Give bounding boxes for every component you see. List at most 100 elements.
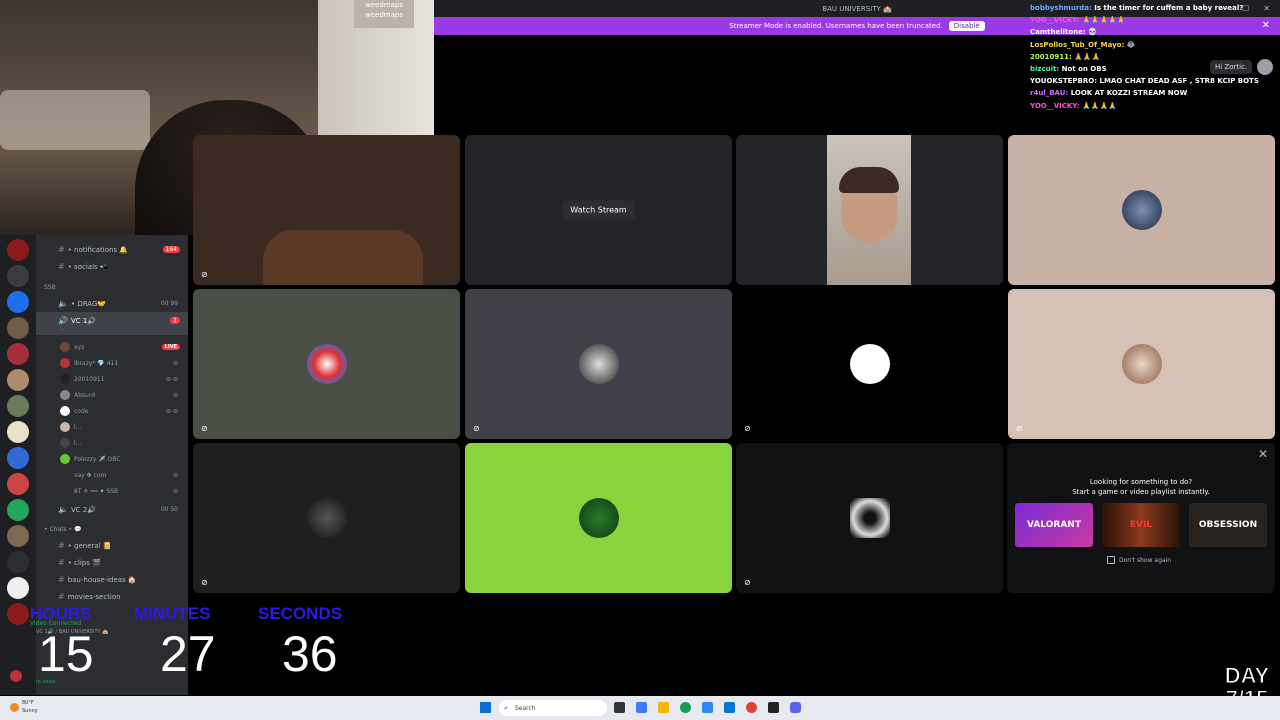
voice-member[interactable]: 8T ✈ ━━ ⚫ SSB ⊘ [36,483,188,499]
couch [0,90,150,150]
chat-text: Not on OBS [1061,65,1107,74]
mic-muted-icon: ⊘ [473,424,480,433]
avatar [578,344,619,384]
search-icon: ⌕ [504,703,508,712]
server-icon[interactable] [7,499,29,521]
voice-member[interactable]: 20010911 ⊘ ⊘ [36,371,188,387]
chrome-icon[interactable] [746,702,757,713]
chat-text: 😂 [1126,40,1135,49]
avatar [60,454,70,464]
server-icon[interactable] [7,343,29,365]
store-icon[interactable] [702,702,713,713]
windows-taskbar: 80°F Sunny ⌕ Search [0,696,1280,720]
channel-movies-section[interactable]: # movies-section [36,588,188,605]
video-tile[interactable] [1008,135,1275,285]
chat-text: 🙏🙏🙏 [1074,52,1101,61]
voice-member[interactable]: l... [36,435,188,451]
video-tile[interactable]: ⊘ [193,443,460,593]
task-view-icon[interactable] [614,702,625,713]
voice-member[interactable]: vay ✤ com ⊘ [36,467,188,483]
voice-member[interactable]: code ⊘ ⊘ [36,403,188,419]
hours-label: HOURS [30,604,92,623]
voice-member[interactable]: Ibrazy* 💎 411 ⊘ [36,355,188,371]
avatar [60,422,70,432]
channel-bau-house-ideas[interactable]: # bau-house-ideas 🏠 [36,571,188,588]
video-tile[interactable]: ⊘ [465,289,732,439]
server-icon[interactable] [7,265,29,287]
mic-muted-icon: ⊘ [172,471,178,479]
discord-icon[interactable] [790,702,801,713]
channel-notifications[interactable]: # • notifications 🔔 164 [36,241,188,258]
hash-icon: # [58,558,65,567]
video-tile[interactable] [736,135,1003,285]
video-tile[interactable] [465,443,732,593]
avatar [60,470,70,480]
server-icon[interactable] [7,317,29,339]
server-icon[interactable] [7,395,29,417]
user-avatar[interactable] [10,670,22,682]
server-icon[interactable] [7,421,29,443]
video-tile[interactable]: ⊘ [193,289,460,439]
mail-icon[interactable] [724,702,735,713]
speaker-icon: 🔊 [58,316,68,325]
edge-icon[interactable] [680,702,691,713]
category-chats[interactable]: • Chats • 💬 [36,522,188,537]
chat-text: Is the timer for cuffem a baby reveal? [1094,4,1244,12]
voice-member[interactable]: xyz LIVE [36,339,188,355]
hash-icon: # [58,592,65,601]
video-tile[interactable]: ⊘ [193,135,460,285]
voice-member[interactable]: Polozzy ✈️ OBC [36,451,188,467]
dont-show-again-checkbox[interactable]: Don't show again [1107,556,1171,564]
channel-vc2[interactable]: 🔈 VC 2🔊 00 50 [36,501,188,518]
channel-clips[interactable]: # • clips 🎬 [36,554,188,571]
obs-icon[interactable] [768,702,779,713]
server-icon[interactable] [7,551,29,573]
server-icon[interactable] [7,577,29,599]
chat-username: YOO__VICKY [1030,101,1077,110]
server-icon[interactable] [7,447,29,469]
server-icon[interactable] [7,369,29,391]
video-tile[interactable]: ⊘ [736,443,1003,593]
watch-stream-button[interactable]: Watch Stream [562,200,635,220]
video-tile[interactable]: ⊘ [736,289,1003,439]
server-icon[interactable] [7,239,29,261]
chat-username: YOO__VICKY [1030,16,1077,25]
screen: weedmaps weedmaps BAU UNIVERSITY 🏫 — ☐ ✕ … [0,0,1280,720]
close-icon[interactable]: ✕ [1258,447,1268,461]
channel-drag[interactable]: 🔈 • DRAG🤝 00 99 [36,295,188,312]
video-tile[interactable]: ⊘ [1008,289,1275,439]
copilot-icon[interactable] [636,702,647,713]
activity-suggestion-panel: ✕ Looking for something to do? Start a g… [1007,443,1275,593]
disable-streamer-mode-button[interactable]: Disable [948,21,985,31]
hours-value: 15 [38,626,94,682]
voice-member[interactable]: Absurd ⊘ [36,387,188,403]
file-explorer-icon[interactable] [658,702,669,713]
avatar [60,358,70,368]
channel-socials[interactable]: # • socials 📲 [36,258,188,275]
channel-general[interactable]: # • general 📔 [36,537,188,554]
hair [839,167,899,193]
weather-widget[interactable]: 80°F Sunny [10,699,38,715]
chat-message: YOUOKSTEPBRO: LMAO CHAT DEAD ASF , STR8 … [1030,77,1259,86]
server-icon[interactable] [7,291,29,313]
greeting-bubble: Hi Zortic. [1210,60,1253,74]
stream-tile[interactable]: Watch Stream [465,135,732,285]
taskbar-search[interactable]: ⌕ Search [499,700,607,716]
server-icon[interactable] [7,525,29,547]
start-button[interactable] [480,702,491,713]
game-card-valorant[interactable]: VALORANT [1015,503,1093,547]
chat-message: r4ul_BAU: LOOK AT KOZZI STREAM NOW [1030,89,1188,98]
avatar [849,498,890,538]
channel-vc1[interactable]: 🔊 VC 1🔊 1 [36,312,188,329]
server-icon[interactable] [7,603,29,625]
game-card-obsession[interactable]: OBSESSION [1189,503,1267,547]
voice-member[interactable]: l... [36,419,188,435]
server-icon[interactable] [7,473,29,495]
category-ssb[interactable]: SSB [36,280,188,295]
speaker-icon: 🔈 [58,505,68,514]
game-card-evil[interactable]: EVIL [1102,503,1180,547]
mic-muted-icon: ⊘ [201,424,208,433]
chat-username: bobbyshmurda [1030,4,1090,12]
minutes-value: 27 [160,626,216,682]
seconds-value: 36 [282,626,338,682]
